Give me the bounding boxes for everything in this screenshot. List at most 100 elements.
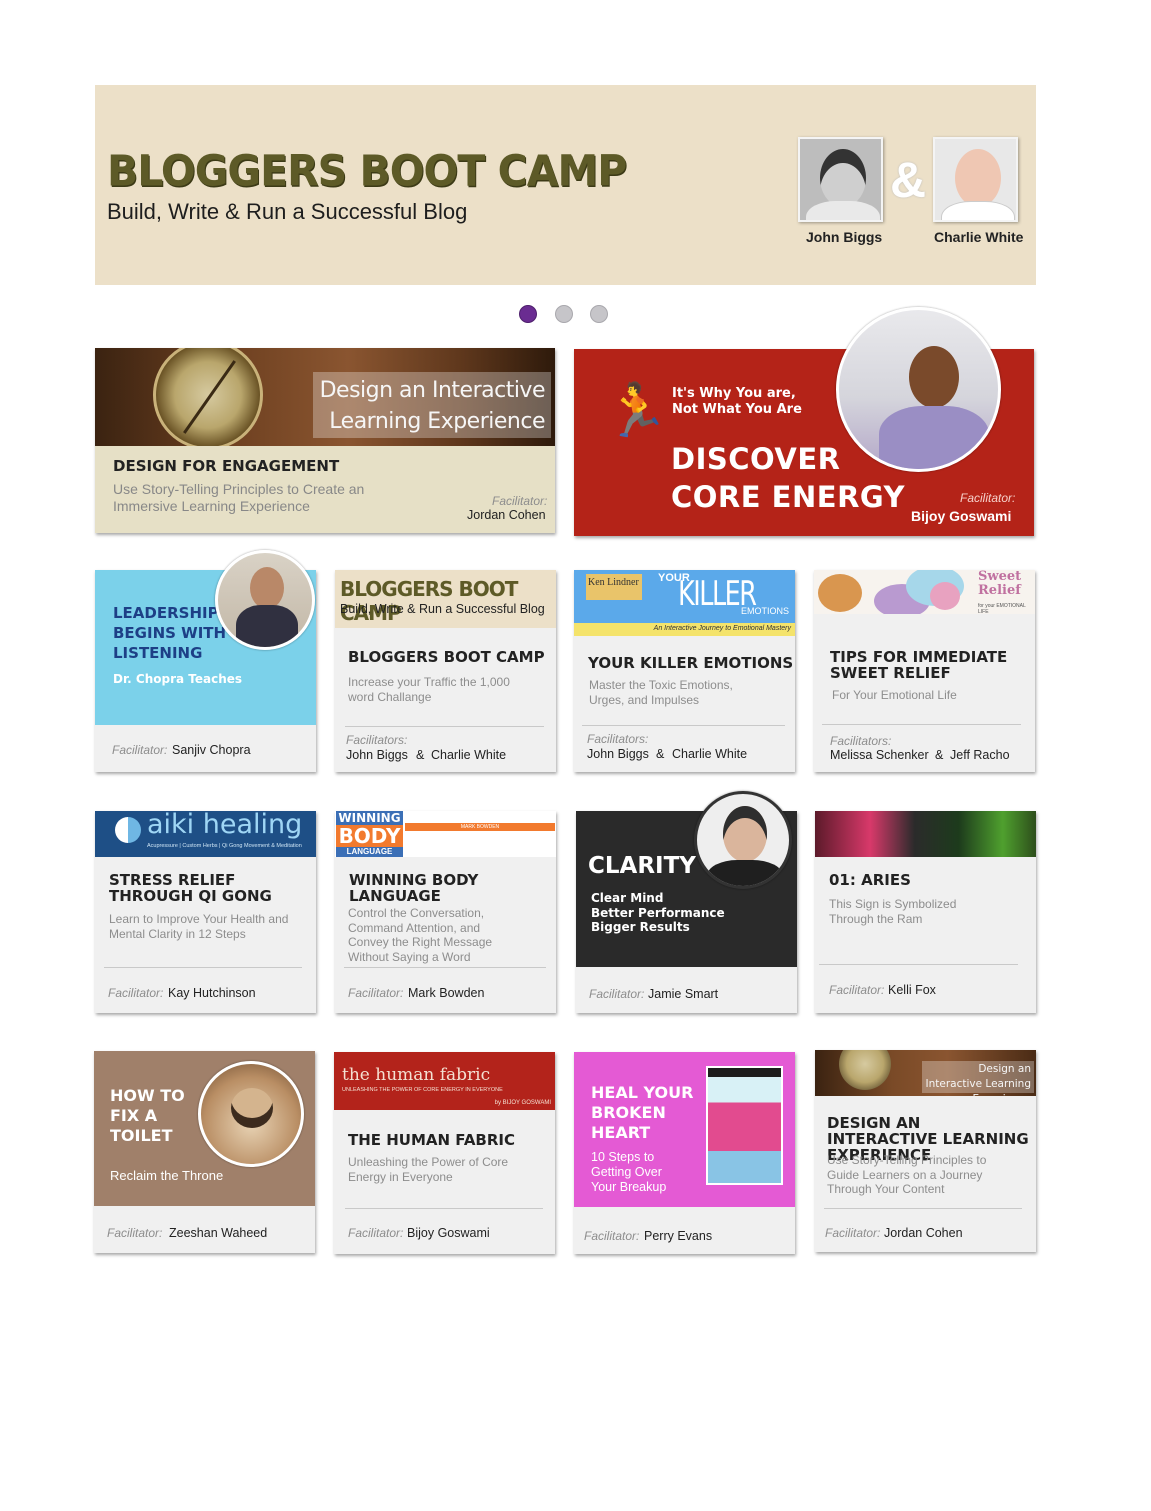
course-card-stress-relief-qi-gong[interactable]: aiki healing Acupressure | Custom Herbs … bbox=[95, 811, 316, 1013]
course-card-heal-your-broken-heart[interactable]: HEAL YOUR BROKEN HEART 10 Steps to Getti… bbox=[574, 1052, 795, 1254]
course-title: 01: ARIES bbox=[829, 871, 911, 889]
course-subtitle: Increase your Traffic the 1,000 word Cha… bbox=[348, 675, 510, 704]
course-tagline: Clear Mind bbox=[591, 891, 664, 905]
facilitator-name: Melissa Schenker bbox=[830, 748, 929, 762]
compass-icon bbox=[153, 348, 263, 446]
course-tag: Dr. Chopra Teaches bbox=[113, 672, 243, 686]
course-banner: HEAL YOUR BROKEN HEART 10 Steps to Getti… bbox=[574, 1052, 795, 1207]
hero-subtitle: Build, Write & Run a Successful Blog bbox=[107, 199, 468, 224]
runner-icon: 🏃 bbox=[604, 382, 669, 440]
course-title-line: HOW TO bbox=[110, 1086, 185, 1105]
course-card-clarity[interactable]: CLARITY Clear Mind Better Performance Bi… bbox=[576, 791, 797, 1013]
facilitator-name: John Biggs bbox=[587, 747, 649, 761]
course-tag: Reclaim the Throne bbox=[110, 1168, 224, 1183]
carousel-dot-2[interactable] bbox=[555, 305, 573, 323]
compass-icon bbox=[839, 1050, 891, 1090]
facilitator-name: Sanjiv Chopra bbox=[172, 743, 251, 757]
facilitator-label: Facilitator: bbox=[589, 987, 645, 1001]
facilitator-avatar bbox=[694, 791, 792, 889]
course-title: DESIGN FOR ENGAGEMENT bbox=[113, 457, 340, 475]
course-image-title: Relief bbox=[978, 583, 1021, 598]
course-subtitle: This Sign is Symbolized Through the Ram bbox=[829, 897, 957, 926]
course-image-word: WINNING bbox=[336, 811, 403, 825]
facilitator-label: Facilitators: bbox=[346, 733, 408, 747]
course-card-bloggers-boot-camp[interactable]: BLOGGERS BOOT CAMP Build, Write & Run a … bbox=[335, 570, 556, 772]
course-title-line: TOILET bbox=[110, 1126, 173, 1145]
course-card-aries[interactable]: 01: ARIES This Sign is Symbolized Throug… bbox=[815, 811, 1036, 1013]
course-card-leadership[interactable]: LEADERSHIP BEGINS WITH LISTENING Dr. Cho… bbox=[95, 550, 316, 772]
hero-title: BLOGGERS BOOT CAMP bbox=[107, 145, 627, 197]
course-title-line: LEADERSHIP bbox=[113, 604, 219, 622]
course-card-tips-sweet-relief[interactable]: Sweet Relief for your EMOTIONAL LIFE TIP… bbox=[814, 570, 1035, 772]
divider bbox=[344, 967, 546, 968]
course-title: BLOGGERS BOOT CAMP bbox=[348, 648, 545, 666]
course-tagline: 10 Steps to bbox=[591, 1150, 655, 1164]
facilitator-separator: & bbox=[656, 747, 665, 761]
course-title-line: HEART bbox=[591, 1123, 651, 1142]
course-image-author: Ken Lindner bbox=[586, 574, 642, 600]
course-kicker: It's Why You are, Not What You Are bbox=[672, 386, 802, 418]
course-card-discover-core-energy[interactable]: 🏃 It's Why You are, Not What You Are DIS… bbox=[574, 307, 1034, 536]
facilitator-name: Mark Bowden bbox=[408, 986, 485, 1000]
course-card-winning-body-language[interactable]: WINNING BODY LANGUAGE MARK BOWDEN WINNIN… bbox=[335, 811, 556, 1013]
course-title: CLARITY bbox=[588, 853, 696, 879]
course-image-subtitle: UNLEASHING THE POWER OF CORE ENERGY IN E… bbox=[342, 1087, 503, 1093]
facilitator-name: Bijoy Goswami bbox=[911, 508, 1012, 524]
facilitator-name: John Biggs bbox=[346, 748, 408, 762]
facilitator-label: Facilitator: bbox=[348, 986, 404, 1000]
carousel-dot-3[interactable] bbox=[590, 305, 608, 323]
facilitator-name: Jordan Cohen bbox=[884, 1226, 963, 1240]
facilitator-name: Jordan Cohen bbox=[467, 508, 546, 522]
course-kicker-line: It's Why You are, bbox=[672, 386, 796, 401]
facilitator-separator: & bbox=[416, 748, 425, 762]
course-card-your-killer-emotions[interactable]: Ken Lindner YOUR KILLER EMOTIONS An Inte… bbox=[574, 570, 795, 772]
course-image: Sweet Relief for your EMOTIONAL LIFE bbox=[814, 570, 1035, 614]
course-image-word: BODY bbox=[336, 825, 403, 847]
facilitator-label: Facilitator: bbox=[108, 986, 164, 1000]
course-image-pug bbox=[198, 1061, 304, 1167]
facilitator-avatar bbox=[215, 550, 315, 650]
carousel-dot-1[interactable] bbox=[519, 305, 537, 323]
divider bbox=[104, 967, 302, 968]
divider bbox=[822, 724, 1021, 725]
facilitator-label: Facilitator: bbox=[348, 1226, 404, 1240]
facilitator-label: Facilitator: bbox=[960, 491, 1016, 505]
course-title-line: BEGINS WITH bbox=[113, 624, 227, 642]
course-image: Design an Interactive Learning Experienc… bbox=[815, 1050, 1036, 1096]
course-image-subtitle: Acupressure | Custom Herbs | Qi Gong Mov… bbox=[147, 843, 302, 849]
course-image: WINNING BODY LANGUAGE MARK BOWDEN bbox=[335, 811, 556, 857]
course-title-line: HEAL YOUR bbox=[591, 1083, 694, 1102]
facilitator-label: Facilitator: bbox=[584, 1229, 640, 1243]
course-image-caption: Design an Interactive Learning Experienc… bbox=[922, 1061, 1034, 1096]
course-subtitle: Use Story-Telling Principles to Create a… bbox=[113, 481, 365, 514]
course-tagline: Bigger Results bbox=[591, 920, 690, 934]
divider bbox=[582, 725, 785, 726]
course-image-title: aiki healing bbox=[147, 811, 303, 840]
divider bbox=[819, 964, 1018, 965]
course-image-word: LANGUAGE bbox=[336, 847, 403, 857]
course-title: THE HUMAN FABRIC bbox=[348, 1131, 516, 1149]
course-image-tag: for your EMOTIONAL LIFE bbox=[978, 603, 1026, 614]
course-image: the human fabric UNLEASHING THE POWER OF… bbox=[334, 1052, 555, 1110]
course-title-line: BROKEN bbox=[591, 1103, 666, 1122]
course-card-design-interactive-learning[interactable]: Design an Interactive Learning Experienc… bbox=[815, 1050, 1036, 1252]
course-card-how-to-fix-a-toilet[interactable]: HOW TO FIX A TOILET Reclaim the Throne F… bbox=[94, 1051, 315, 1253]
course-card-design-for-engagement[interactable]: Design an Interactive Learning Experienc… bbox=[95, 348, 555, 533]
course-image bbox=[815, 811, 1036, 857]
facilitator-name: Perry Evans bbox=[644, 1229, 713, 1243]
facilitator-name: Charlie White bbox=[672, 747, 748, 761]
course-image: Ken Lindner YOUR KILLER EMOTIONS An Inte… bbox=[574, 570, 795, 636]
hero-banner[interactable]: BLOGGERS BOOT CAMP Build, Write & Run a … bbox=[95, 85, 1036, 285]
course-kicker-line: Not What You Are bbox=[672, 402, 802, 417]
course-title: WINNING BODY LANGUAGE bbox=[349, 871, 479, 905]
yin-yang-icon bbox=[115, 817, 141, 843]
course-title: YOUR KILLER EMOTIONS bbox=[588, 654, 794, 672]
facilitator-name: Zeeshan Waheed bbox=[169, 1226, 268, 1240]
facilitator-label: Facilitator: bbox=[829, 983, 885, 997]
course-subtitle: Learn to Improve Your Health and Mental … bbox=[109, 912, 289, 941]
facilitator-label: Facilitator: bbox=[112, 743, 168, 757]
facilitator-label: Facilitators: bbox=[587, 732, 649, 746]
facilitator-label: Facilitator: bbox=[492, 494, 548, 508]
course-card-the-human-fabric[interactable]: the human fabric UNLEASHING THE POWER OF… bbox=[334, 1052, 555, 1254]
presenter-photo-john-biggs bbox=[798, 137, 883, 222]
